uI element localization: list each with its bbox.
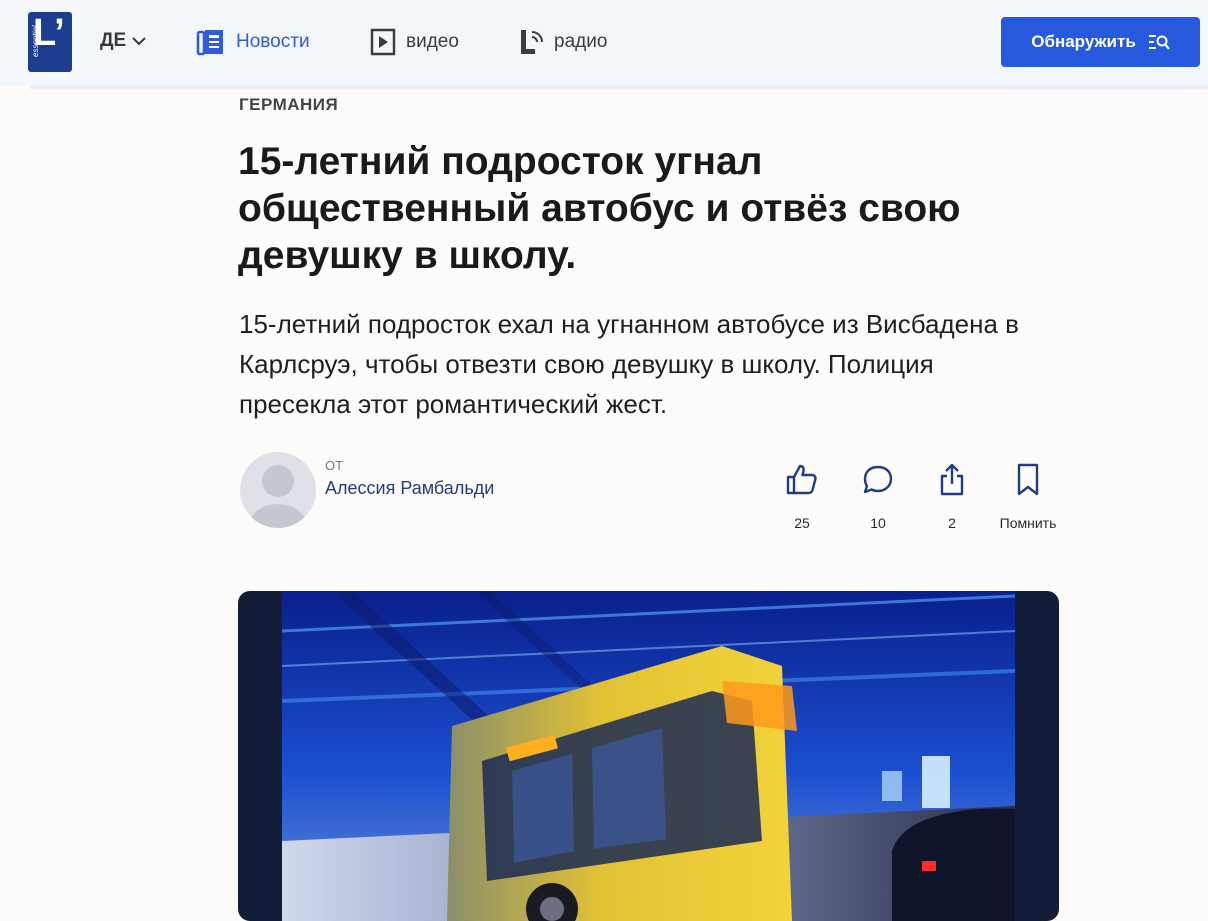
comment-button[interactable]: 10 xyxy=(838,462,918,531)
header-divider xyxy=(30,86,1208,90)
like-count: 25 xyxy=(794,515,810,531)
author-name[interactable]: Алессия Рамбальди xyxy=(325,478,494,499)
article-category[interactable]: ГЕРМАНИЯ xyxy=(239,95,338,115)
news-icon xyxy=(196,30,223,56)
bus-photo xyxy=(282,591,1015,921)
article-lead: 15-летний подросток ехал на угнанном авт… xyxy=(239,309,1019,419)
author-avatar[interactable] xyxy=(240,452,316,528)
language-label: ДЕ xyxy=(100,30,127,51)
share-button[interactable]: 2 xyxy=(912,462,992,531)
radio-icon xyxy=(521,30,543,54)
language-selector[interactable]: ДЕ xyxy=(100,30,146,52)
top-navigation-bar: L’ essentiel ДЕ Новости видео радио Обна… xyxy=(0,0,1208,86)
discover-button[interactable]: Обнаружить xyxy=(1001,17,1200,67)
article-headline: 15-летний подросток угнал общественный а… xyxy=(238,140,961,277)
bookmark-label: Помнить xyxy=(999,515,1057,531)
comment-icon xyxy=(863,465,893,494)
chevron-down-icon xyxy=(132,37,146,46)
nav-news[interactable]: Новости xyxy=(196,26,310,58)
avatar-body-shape xyxy=(250,504,306,528)
logo-subtext: essentiel xyxy=(31,25,40,57)
nav-radio[interactable]: радио xyxy=(518,26,607,58)
bookmark-icon xyxy=(1017,463,1039,496)
nav-video[interactable]: видео xyxy=(370,26,459,58)
article-hero-image[interactable] xyxy=(238,591,1059,921)
nav-radio-label: радио xyxy=(554,31,608,52)
like-button[interactable]: 25 xyxy=(762,462,842,531)
avatar-head-shape xyxy=(262,465,294,497)
share-icon xyxy=(940,463,964,496)
nav-video-label: видео xyxy=(406,31,459,52)
bookmark-button[interactable]: Помнить xyxy=(988,462,1068,531)
byline-prefix: ОТ xyxy=(325,458,344,473)
site-logo[interactable]: L’ essentiel xyxy=(28,12,72,72)
comment-count: 10 xyxy=(870,515,886,531)
share-count: 2 xyxy=(948,515,956,531)
thumbs-up-icon xyxy=(786,464,817,495)
discover-label: Обнаружить xyxy=(1031,32,1136,51)
nav-news-label: Новости xyxy=(236,31,310,52)
search-list-icon xyxy=(1148,35,1170,50)
video-icon xyxy=(370,28,396,56)
